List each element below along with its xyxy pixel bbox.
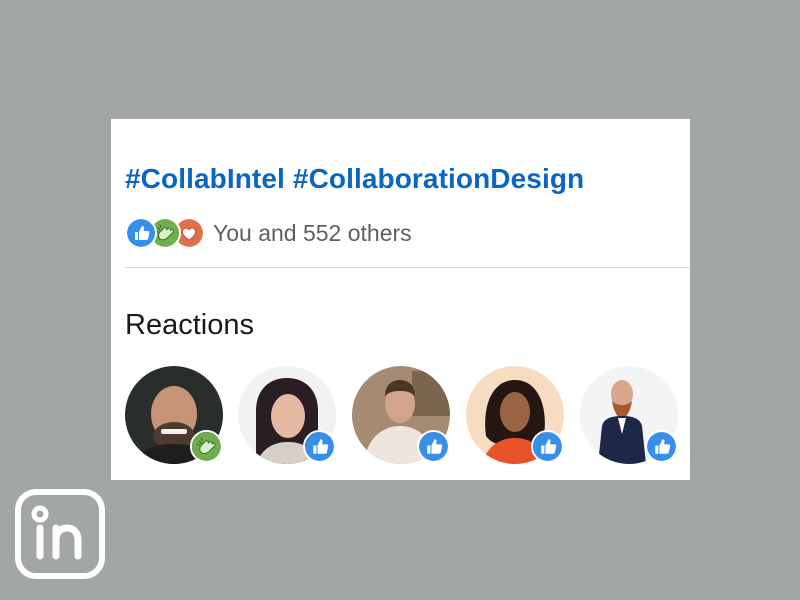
like-icon xyxy=(531,430,564,463)
like-icon xyxy=(125,217,157,249)
hashtag-link[interactable]: #CollaborationDesign xyxy=(293,161,584,197)
reactors-list xyxy=(125,366,690,466)
post-card: #CollabIntel #CollaborationDesign You an… xyxy=(111,119,690,480)
reactions-summary[interactable]: You and 552 others xyxy=(125,217,412,249)
reactor-profile[interactable] xyxy=(352,366,450,464)
like-icon xyxy=(417,430,450,463)
reactor-profile[interactable] xyxy=(238,366,336,464)
linkedin-logo-icon xyxy=(14,488,106,580)
hashtags-row: #CollabIntel #CollaborationDesign xyxy=(125,161,584,197)
divider xyxy=(125,267,690,268)
like-icon xyxy=(645,430,678,463)
reaction-icons-stack xyxy=(125,217,205,249)
reactor-profile[interactable] xyxy=(125,366,223,464)
reactions-count-text[interactable]: You and 552 others xyxy=(213,217,412,249)
like-icon xyxy=(303,430,336,463)
hashtag-link[interactable]: #CollabIntel xyxy=(125,161,285,197)
reactor-profile[interactable] xyxy=(466,366,564,464)
reactions-section-title: Reactions xyxy=(125,309,254,341)
celebrate-icon xyxy=(190,430,223,463)
reactor-profile[interactable] xyxy=(580,366,678,464)
